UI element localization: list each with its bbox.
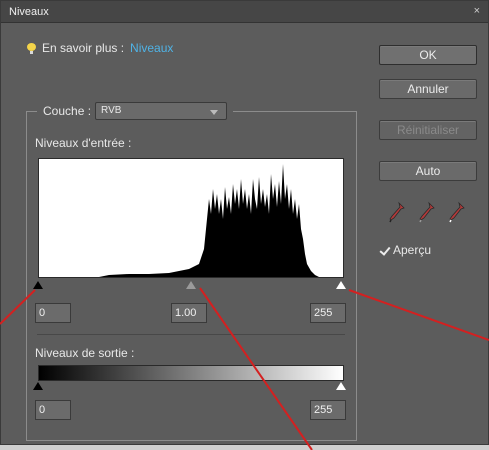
output-black-handle[interactable]	[33, 382, 43, 390]
histogram-shape	[39, 164, 343, 277]
cancel-button[interactable]: Annuler	[379, 79, 477, 99]
checkmark-icon	[379, 245, 390, 256]
input-levels-label: Niveaux d'entrée :	[35, 136, 132, 150]
gray-point-eyedropper-icon[interactable]	[418, 201, 436, 223]
divider	[37, 334, 345, 335]
ok-button[interactable]: OK	[379, 45, 477, 65]
lightbulb-icon	[27, 42, 36, 54]
channel-row: Couche : RVB	[37, 102, 234, 120]
channel-select[interactable]: RVB	[95, 102, 228, 120]
channel-label: Couche :	[43, 104, 92, 118]
output-slider[interactable]	[33, 382, 346, 391]
learn-more: En savoir plus : Niveaux	[27, 41, 173, 55]
input-black-field[interactable]: 0	[35, 303, 71, 323]
eyedropper-group	[388, 201, 474, 223]
input-gamma-field[interactable]: 1.00	[171, 303, 207, 323]
title-bar[interactable]: Niveaux ×	[1, 1, 488, 23]
levels-dialog: Niveaux × En savoir plus : Niveaux OK An…	[0, 0, 489, 445]
learn-more-label: En savoir plus :	[42, 41, 125, 55]
channel-select-value: RVB	[101, 105, 122, 116]
input-slider[interactable]	[33, 281, 346, 290]
output-white-field[interactable]: 255	[310, 400, 346, 420]
histogram	[38, 158, 344, 278]
close-icon[interactable]: ×	[474, 5, 480, 17]
white-point-eyedropper-icon[interactable]	[448, 201, 466, 223]
black-point-eyedropper-icon[interactable]	[388, 201, 406, 223]
input-white-handle[interactable]	[336, 281, 346, 289]
preview-checkbox[interactable]: Aperçu	[379, 243, 431, 257]
output-white-handle[interactable]	[336, 382, 346, 390]
output-levels-label: Niveaux de sortie :	[35, 346, 135, 360]
chevron-down-icon	[210, 110, 219, 115]
dialog-title: Niveaux	[9, 6, 49, 18]
output-black-field[interactable]: 0	[35, 400, 71, 420]
learn-more-link[interactable]: Niveaux	[130, 41, 173, 55]
output-gradient	[38, 365, 344, 381]
input-white-field[interactable]: 255	[310, 303, 346, 323]
reset-button[interactable]: Réinitialiser	[379, 120, 477, 140]
preview-label: Aperçu	[393, 243, 432, 257]
input-gamma-handle[interactable]	[186, 281, 196, 289]
histogram-graph	[39, 164, 343, 277]
input-black-handle[interactable]	[33, 281, 43, 289]
auto-button[interactable]: Auto	[379, 161, 477, 181]
